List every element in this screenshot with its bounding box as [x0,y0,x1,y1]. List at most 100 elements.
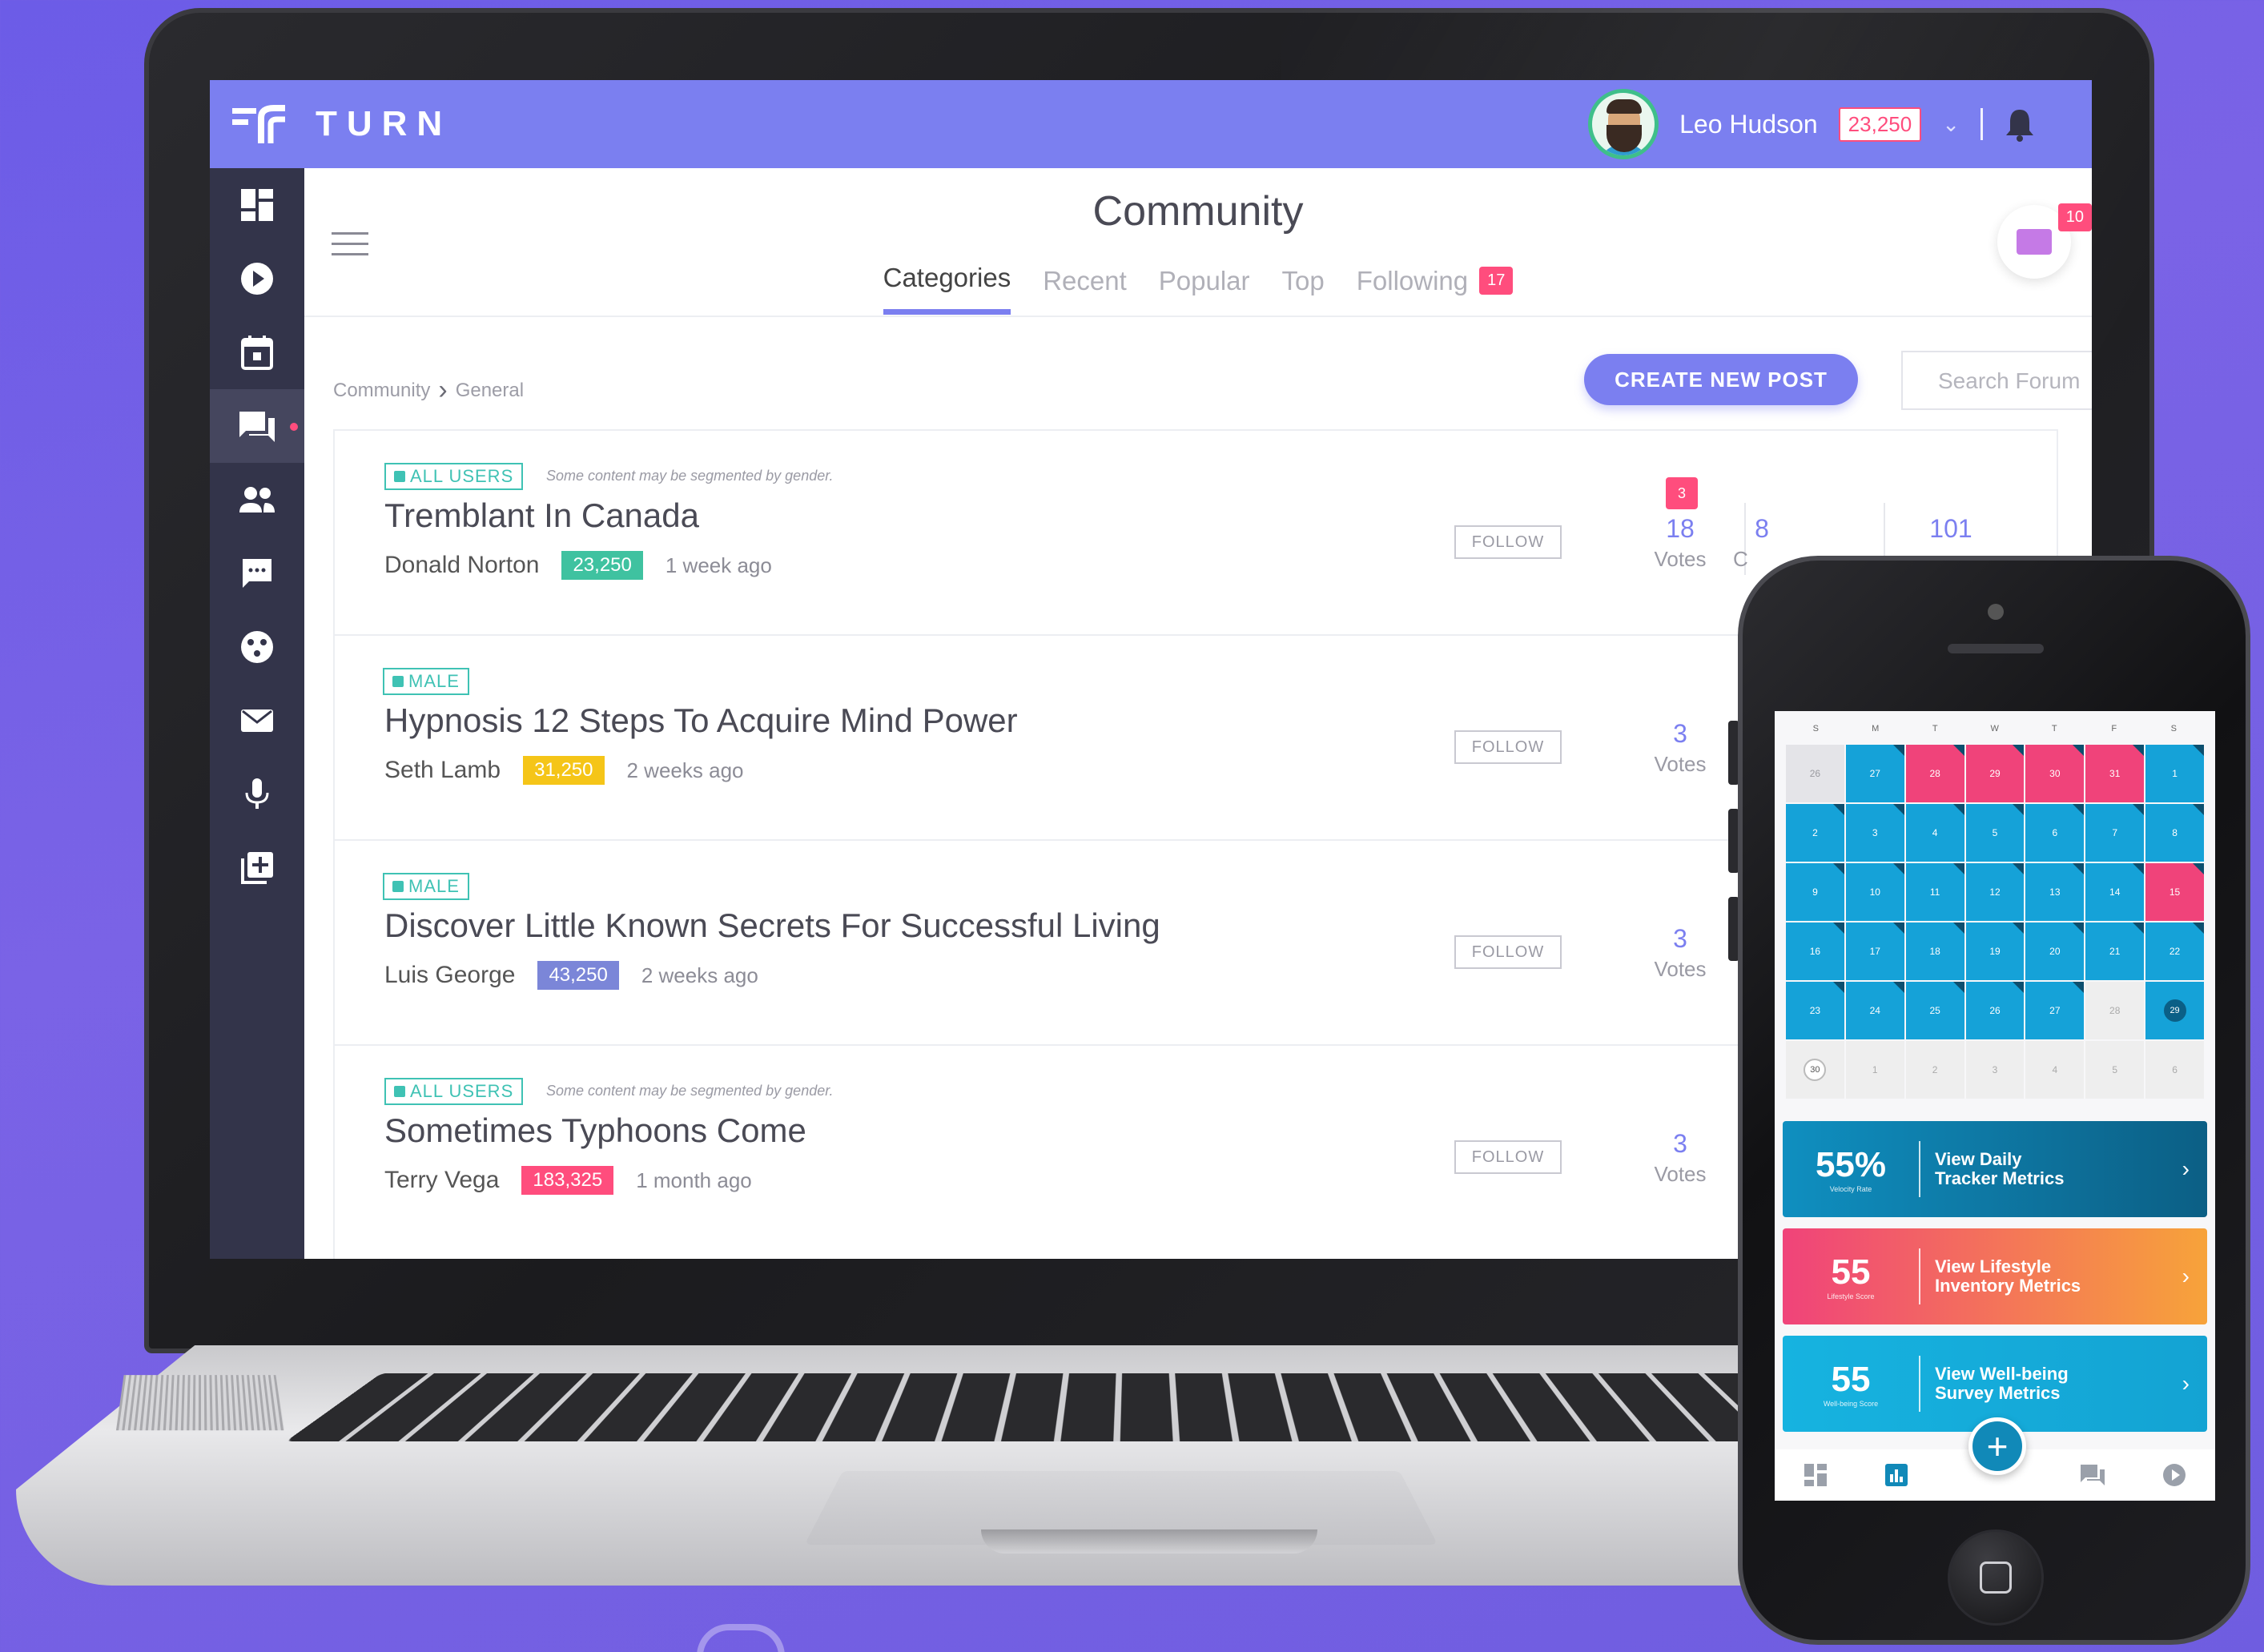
post-title[interactable]: Sometimes Typhoons Come [384,1111,806,1150]
sidebar-item-calendar[interactable] [210,316,304,389]
calendar-day[interactable]: 25 [1905,982,1964,1039]
user-name[interactable]: Leo Hudson [1679,110,1818,139]
calendar-day[interactable]: 30 [1786,1041,1844,1099]
chevron-down-icon[interactable]: ⌄ [1942,112,1960,137]
calendar-day[interactable]: 24 [1845,982,1904,1039]
calendar-day[interactable]: 12 [1965,863,2025,921]
sidebar-item-videos[interactable] [210,242,304,316]
sidebar-item-people[interactable] [210,463,304,537]
calendar-day[interactable]: 9 [1786,863,1844,921]
calendar-day[interactable]: 2 [1905,1041,1964,1099]
top-bar: TURN Leo Hudson 23,250 ⌄ [210,80,2092,168]
tab-following[interactable]: Following 17 [1357,263,1514,315]
avatar[interactable] [1588,89,1659,159]
calendar-day[interactable]: 26 [1965,982,2025,1039]
sidebar-item-add[interactable] [210,831,304,905]
tab-categories[interactable]: Categories [883,263,1011,315]
sidebar-item-podcast[interactable] [210,758,304,831]
calendar-day[interactable]: 2 [1786,804,1844,862]
calendar-day[interactable]: 6 [2025,804,2085,862]
calendar-day[interactable]: 3 [1845,804,1904,862]
calendar-day[interactable]: 7 [2085,804,2145,862]
breadcrumb: Community › General [333,375,524,406]
calendar-day[interactable]: 19 [1965,922,2025,980]
post-author[interactable]: Luis George [384,962,515,989]
calendar-day[interactable]: 28 [2085,982,2145,1039]
tab-top[interactable]: Top [1282,263,1325,315]
sidebar-item-community[interactable] [210,389,304,463]
sidebar-item-dashboard[interactable] [210,168,304,242]
calendar-day[interactable]: 4 [2025,1041,2085,1099]
user-menu[interactable]: Leo Hudson 23,250 ⌄ [1588,80,2036,168]
calendar-day[interactable]: 3 [1965,1041,2025,1099]
calendar-day[interactable]: 28 [1905,745,1964,802]
chat-icon [243,559,271,588]
calendar-day[interactable]: 4 [1905,804,1964,862]
people-icon [239,487,275,512]
phone-camera [1988,604,2004,620]
post-title[interactable]: Hypnosis 12 Steps To Acquire Mind Power [384,701,1018,740]
calendar-day[interactable]: 23 [1786,982,1844,1039]
calendar-day[interactable]: 29 [2145,982,2204,1039]
calendar-day[interactable]: 14 [2085,863,2145,921]
sidebar-item-palette[interactable] [210,610,304,684]
calendar-day[interactable]: 5 [1965,804,2025,862]
tab-recent[interactable]: Recent [1043,263,1127,315]
app-logo[interactable]: TURN [229,100,452,148]
calendar-day[interactable]: 15 [2145,863,2204,921]
forum-icon[interactable] [2080,1463,2105,1487]
lifestyle-inventory-metrics-card[interactable]: 55 Lifestyle Score View Lifestyle Inventor… [1783,1228,2207,1324]
calendar-day[interactable]: 27 [1845,745,1904,802]
calendar-day[interactable]: 6 [2145,1041,2204,1099]
author-points-badge: 23,250 [561,551,643,580]
votes-stat: 3 Votes [1654,719,1707,776]
calendar-day[interactable]: 13 [2025,863,2085,921]
calendar-day[interactable]: 27 [2025,982,2085,1039]
follow-button[interactable]: FOLLOW [1454,525,1562,559]
calendar-day[interactable]: 11 [1905,863,1964,921]
tab-popular[interactable]: Popular [1159,263,1250,315]
calendar-day[interactable]: 31 [2085,745,2145,802]
search-input[interactable] [1938,365,2092,397]
breadcrumb-general[interactable]: General [456,380,524,402]
sidebar-item-messages[interactable] [210,537,304,610]
votes-stat: 3 Votes [1654,1129,1707,1186]
follow-button[interactable]: FOLLOW [1454,1140,1562,1174]
bar-chart-icon[interactable] [1884,1463,1908,1487]
follow-button[interactable]: FOLLOW [1454,730,1562,764]
calendar-day[interactable]: 1 [2145,745,2204,802]
calendar-day[interactable]: 21 [2085,922,2145,980]
post-author[interactable]: Donald Norton [384,552,539,579]
calendar-day[interactable]: 10 [1845,863,1904,921]
views-stat: 101 [1929,514,1972,543]
chevron-right-icon: › [2182,1371,2190,1396]
calendar-day[interactable]: 17 [1845,922,1904,980]
create-new-post-button[interactable]: CREATE NEW POST [1584,354,1858,405]
calendar-day[interactable]: 1 [1845,1041,1904,1099]
calendar-day[interactable]: 20 [2025,922,2085,980]
post-title[interactable]: Tremblant In Canada [384,496,699,535]
calendar-day[interactable]: 5 [2085,1041,2145,1099]
bell-icon[interactable] [2004,107,2036,142]
daily-tracker-metrics-card[interactable]: 55% Velocity Rate View Daily Tracker Metri… [1783,1121,2207,1217]
calendar-day[interactable]: 22 [2145,922,2204,980]
add-entry-button[interactable]: + [1968,1417,2026,1475]
post-author[interactable]: Seth Lamb [384,757,501,784]
dashboard-icon[interactable] [1804,1463,1828,1487]
calendar-day[interactable]: 8 [2145,804,2204,862]
calendar-day[interactable]: 26 [1786,745,1844,802]
inbox-button[interactable]: 10 [1997,203,2092,279]
breadcrumb-community[interactable]: Community [333,380,430,402]
community-tabs: Categories Recent Popular Top Following 1… [304,263,2092,315]
divider [1980,108,1983,140]
menu-icon[interactable] [332,232,368,263]
calendar-day[interactable]: 18 [1905,922,1964,980]
follow-button[interactable]: FOLLOW [1454,935,1562,969]
sidebar-item-mail[interactable] [210,684,304,758]
calendar-day[interactable]: 29 [1965,745,2025,802]
post-author[interactable]: Terry Vega [384,1167,499,1194]
calendar-day[interactable]: 30 [2025,745,2085,802]
post-title[interactable]: Discover Little Known Secrets For Succes… [384,906,1160,945]
play-icon[interactable] [2162,1463,2186,1487]
calendar-day[interactable]: 16 [1786,922,1844,980]
